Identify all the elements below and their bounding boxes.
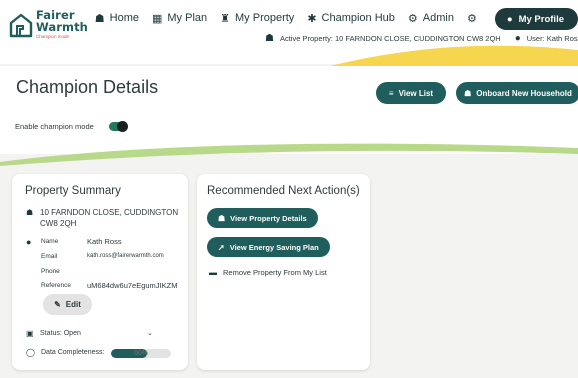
property-icon: ♜ — [220, 12, 231, 25]
user-icon: ● — [506, 13, 513, 25]
reference-label: Reference — [41, 282, 71, 289]
data-completeness-bar: 60% — [111, 349, 171, 358]
property-address-text: 10 FARNDON CLOSE, CUDDINGTON CW8 2QH — [40, 208, 179, 228]
main-nav: ☗ Home ▦ My Plan ♜ My Property ✱ Champio… — [95, 8, 578, 30]
property-summary-title: Property Summary — [25, 185, 121, 197]
gear-icon: ⚙ — [466, 12, 477, 25]
trash-icon: ▬ — [209, 268, 217, 277]
next-actions-card: Recommended Next Action(s) ☗ View Proper… — [197, 174, 370, 370]
section-decorative-wave — [0, 143, 578, 166]
nav-admin-label: Admin — [422, 12, 454, 24]
loading-circle-icon: ◯ — [26, 348, 35, 357]
status-icon: ▣ — [26, 329, 34, 338]
page-title: Champion Details — [16, 77, 159, 97]
pencil-icon: ✎ — [54, 300, 61, 309]
nav-champion-hub[interactable]: ✱ Champion Hub — [307, 12, 395, 25]
champion-mode-row: Enable champion mode — [15, 121, 128, 132]
my-profile-button[interactable]: ● My Profile — [494, 8, 578, 30]
name-value: Kath Ross — [87, 237, 122, 246]
edit-label: Edit — [65, 300, 81, 309]
email-label: Email — [41, 253, 58, 260]
home-icon: ☗ — [94, 12, 105, 25]
nav-my-plan-label: My Plan — [167, 12, 208, 24]
data-completeness-row: ◯ Data Completeness: — [26, 348, 104, 357]
nav-home-label: Home — [109, 12, 139, 24]
view-property-details-label: View Property Details — [230, 213, 307, 223]
nav-home[interactable]: ☗ Home — [95, 12, 139, 25]
toggle-knob — [116, 121, 128, 132]
brand-tagline: Champion mode — [36, 34, 70, 39]
my-profile-label: My Profile — [518, 13, 564, 25]
brand-logo[interactable]: Fairer Warmth Champion mode — [9, 9, 88, 40]
person-icon: ● — [26, 237, 32, 247]
nav-my-plan[interactable]: ▦ My Plan — [152, 12, 207, 25]
champion-icon: ✱ — [307, 12, 317, 25]
view-list-button[interactable]: ≡ View List — [376, 82, 446, 104]
view-energy-plan-button[interactable]: ➚ View Energy Saving Plan — [207, 237, 330, 257]
home-icon: ☗ — [26, 208, 34, 217]
nav-my-property-label: My Property — [235, 12, 295, 24]
status-select[interactable]: ▣ Status: Open — [26, 329, 81, 338]
onboard-household-button[interactable]: ☗ Onboard New Household — [456, 82, 578, 104]
data-completeness-label: Data Completeness: — [41, 349, 105, 356]
view-property-details-button[interactable]: ☗ View Property Details — [207, 208, 318, 228]
nav-champion-hub-label: Champion Hub — [321, 12, 395, 24]
brand-name-line2: Warmth — [36, 19, 88, 34]
reference-value: uM684dw6u7eEgumJIKZM — [87, 281, 178, 290]
champion-mode-toggle[interactable] — [108, 121, 128, 132]
admin-icon: ⚙ — [407, 12, 418, 25]
name-label: Name — [41, 238, 59, 245]
view-list-label: View List — [398, 88, 434, 98]
arrow-icon: ➚ — [218, 242, 225, 252]
property-summary-card: Property Summary ☗ 10 FARNDON CLOSE, CUD… — [12, 174, 188, 370]
chevron-down-icon[interactable]: ⌄ — [147, 329, 153, 337]
nav-admin[interactable]: ⚙ Admin — [408, 12, 454, 25]
house-icon: ☗ — [464, 88, 472, 98]
email-value: kath.ross@fairerwarmth.com — [87, 253, 164, 259]
next-actions-title: Recommended Next Action(s) — [207, 185, 360, 197]
remove-property-label: Remove Property From My List — [223, 268, 327, 277]
property-address: ☗ 10 FARNDON CLOSE, CUDDINGTON CW8 2QH — [26, 207, 180, 229]
edit-button[interactable]: ✎ Edit — [43, 294, 92, 315]
house-logo-icon — [9, 13, 33, 37]
plan-icon: ▦ — [151, 12, 163, 25]
status-text: Status: Open — [40, 330, 81, 337]
remove-property-button[interactable]: ▬ Remove Property From My List — [209, 268, 327, 277]
view-energy-plan-label: View Energy Saving Plan — [229, 242, 319, 252]
champion-mode-label: Enable champion mode — [15, 122, 94, 131]
data-completeness-value: 60% — [133, 350, 148, 357]
onboard-label: Onboard New Household — [476, 88, 572, 98]
settings-button[interactable]: ⚙ — [467, 12, 482, 25]
home-icon: ☗ — [218, 213, 226, 223]
list-icon: ≡ — [388, 88, 394, 98]
nav-my-property[interactable]: ♜ My Property — [220, 12, 294, 25]
phone-label: Phone — [41, 268, 60, 275]
